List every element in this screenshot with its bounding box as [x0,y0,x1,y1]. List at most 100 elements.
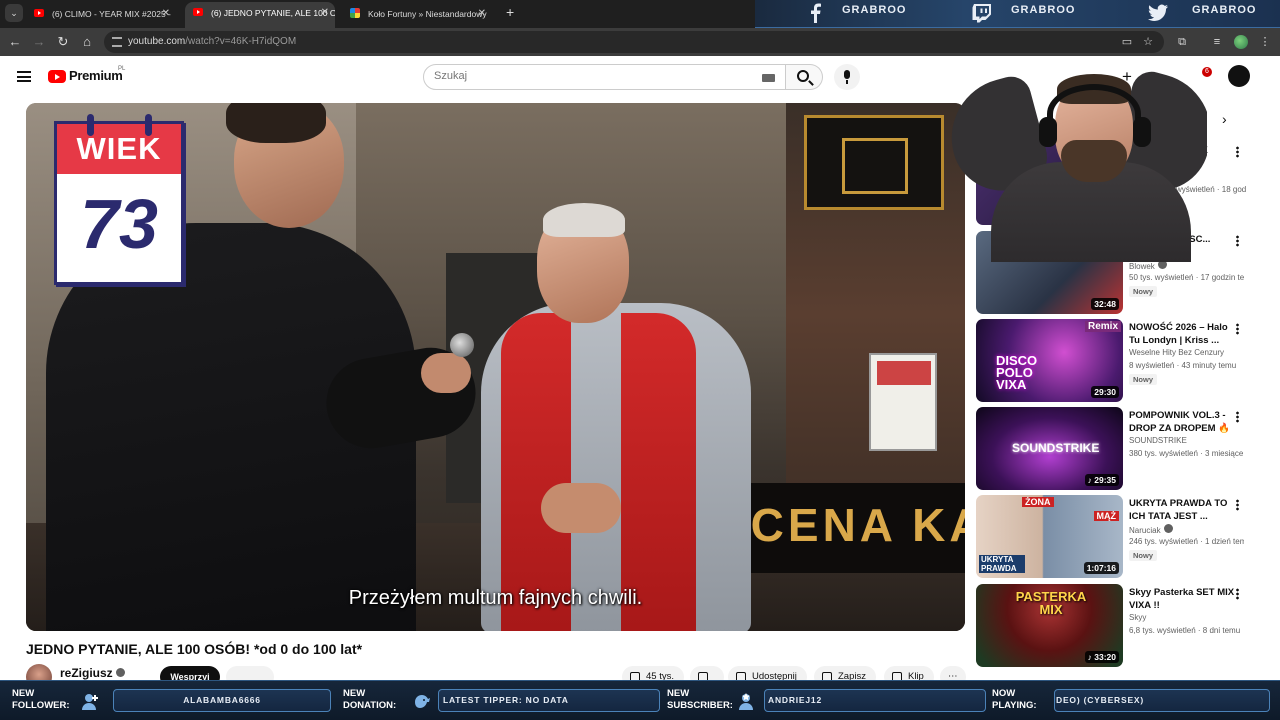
thumb-text: MĄŻ [1093,511,1119,521]
more-options-icon[interactable] [1236,146,1239,158]
video-person-interviewee [481,203,771,631]
donation-label: NEW DONATION: [343,688,397,711]
duration-text: 29:35 [1094,475,1116,485]
facebook-icon [811,3,821,23]
subscriber-label: NEW SUBSCRIBER: [667,688,733,711]
thumb-text: Remix [1084,321,1121,332]
follower-icon [82,694,98,710]
age-value: 73 [80,185,158,263]
profile-avatar[interactable] [1234,35,1248,49]
rec-title[interactable]: NOWOŚĆ 2026 – Halo Tu Londyn | Kriss ... [1129,321,1239,347]
video-duration: 32:48 [1091,298,1119,310]
rec-meta: 6,8 tys. wyświetleń · 8 dni temu [1129,626,1241,635]
browser-tab[interactable]: Koło Fortuny » Niestandardowy ✕ [342,3,492,25]
video-subtitle: Przeżyłem multum fajnych chwili. [348,587,643,609]
home-icon[interactable]: ⌂ [79,34,95,50]
channel-name-text[interactable]: reZigiusz [60,666,113,680]
search-box [423,64,786,90]
video-duration: ♪ 33:20 [1084,651,1119,663]
extensions-icon[interactable]: ⧉ [1175,35,1189,49]
account-avatar[interactable] [1228,65,1250,87]
age-label: WIEK [76,131,162,166]
video-thumbnail[interactable]: SOUNDSTRIKE ♪ 29:35 [976,407,1123,490]
youtube-logo-icon[interactable] [48,70,66,83]
browser-toolbar: ← → ↻ ⌂ youtube.com/watch?v=46K-H7idQOM … [0,28,1280,56]
menu-icon[interactable] [17,71,31,82]
search-button[interactable] [786,64,823,90]
subscriber-icon [739,693,753,710]
video-player[interactable]: SCENA KA WIEK 73 Przeżyłem multum fajnyc… [26,103,965,631]
more-options-icon[interactable] [1236,411,1239,423]
tab-label: (6) CLIMO - YEAR MIX #2025 - [52,9,171,19]
tab-label: Koło Fortuny » Niestandardowy [368,9,487,19]
rec-meta: 50 tys. wyświetleń · 17 godzin temu [1129,273,1244,282]
twitter-handle: GRABROO [1192,4,1257,16]
thumb-text: DISCO POLO VIXA [996,353,1038,392]
now-playing-value: DEO) (CYBERSEX) [1054,689,1270,712]
recommended-video[interactable]: PASTERKA MIX ♪ 33:20 Skyy Pasterka SET M… [976,584,1266,668]
youtube-brand[interactable]: Premium [69,68,123,83]
close-tab-icon[interactable]: ✕ [162,3,170,25]
rec-channel: Skyy [1129,613,1147,622]
new-badge: Nowy [1129,374,1158,385]
twitch-handle: GRABROO [1011,4,1076,16]
twitch-icon [972,4,991,23]
tab-search-icon[interactable]: ⌄ [5,4,23,22]
video-thumbnail[interactable]: PASTERKA MIX ♪ 33:20 [976,584,1123,667]
reload-icon[interactable]: ↻ [55,34,71,50]
site-info-icon[interactable] [112,37,122,47]
rec-title[interactable]: UKRYTA PRAWDA TO ICH TATA JEST ... [1129,497,1239,523]
new-tab-icon[interactable]: + [506,4,514,20]
microphone-icon [450,333,474,357]
verified-icon [1163,524,1173,533]
search-input[interactable] [434,70,734,82]
close-tab-icon[interactable]: ✕ [478,3,486,25]
rec-channel-text: Naruciak [1129,526,1161,535]
keyboard-icon[interactable] [762,74,775,82]
channel-name[interactable]: reZigiusz [60,666,125,680]
video-thumbnail[interactable]: Remix DISCO POLO VIXA 29:30 [976,319,1123,402]
rec-meta: 246 tys. wyświetleń · 1 dzień temu [1129,537,1244,546]
headset-icon [1047,84,1141,144]
new-badge: Nowy [1129,550,1158,561]
subscriber-value: ANDRIEJ12 [764,689,986,712]
voice-search-icon[interactable] [834,64,860,90]
stream-alert-bar: NEW FOLLOWER: ALABAMBA6666 NEW DONATION:… [0,680,1280,720]
screen: ⌄ (6) CLIMO - YEAR MIX #2025 - ✕ (6) JED… [0,0,1280,720]
browser-menu-icon[interactable]: ⋮ [1258,35,1272,49]
thumb-text: PASTERKA MIX [1015,589,1087,617]
url-path: /watch?v=46K-H7idQOM [185,36,297,47]
bookmark-star-icon[interactable]: ☆ [1141,35,1155,49]
forward-icon[interactable]: → [31,34,47,50]
twitter-icon [1148,4,1168,22]
recommended-video[interactable]: SOUNDSTRIKE ♪ 29:35 POMPOWNIK VOL.3 - DR… [976,407,1266,491]
back-icon[interactable]: ← [7,34,23,50]
rec-channel: Weselne Hity Bez Cenzury [1129,348,1224,357]
rec-title[interactable]: Skyy Pasterka SET MIX VIXA !! [1129,586,1239,612]
more-options-icon[interactable] [1236,235,1239,247]
follower-label: NEW FOLLOWER: [12,688,70,711]
rec-meta: 380 tys. wyświetleń · 3 miesiące temu [1129,449,1244,458]
recommended-video[interactable]: ŻONA MĄŻ UKRYTA PRAWDA 1:07:16 UKRYTA PR… [976,495,1266,579]
thumb-text: ŻONA [1022,497,1054,507]
more-options-icon[interactable] [1236,323,1239,335]
video-duration: ♪ 29:35 [1084,474,1119,486]
donation-value: LATEST TIPPER: NO DATA [438,689,660,712]
cast-icon[interactable]: ▭ [1120,35,1134,49]
rec-channel-text: Blowek [1129,262,1155,271]
browser-tab[interactable]: (6) CLIMO - YEAR MIX #2025 - ✕ [26,3,176,25]
more-options-icon[interactable] [1236,499,1239,511]
follower-value: ALABAMBA6666 [113,689,331,712]
video-title: JEDNO PYTANIE, ALE 100 OSÓB! *od 0 do 10… [26,641,363,657]
rec-title[interactable]: POMPOWNIK VOL.3 - DROP ZA DROPEM 🔥 [1129,409,1239,435]
reading-list-icon[interactable]: ≡ [1210,35,1224,49]
video-thumbnail[interactable]: ŻONA MĄŻ UKRYTA PRAWDA 1:07:16 [976,495,1123,578]
close-tab-icon[interactable]: ✕ [321,2,329,24]
search-icon [797,70,809,82]
browser-tab-active[interactable]: (6) JEDNO PYTANIE, ALE 100 OS ✕ [185,2,335,28]
recommended-video[interactable]: Remix DISCO POLO VIXA 29:30 NOWOŚĆ 2026 … [976,319,1266,403]
chevron-right-icon[interactable]: › [1222,111,1227,127]
more-options-icon[interactable] [1236,588,1239,600]
address-bar[interactable]: youtube.com/watch?v=46K-H7idQOM [104,31,1164,53]
video-scene-poster [869,353,937,451]
